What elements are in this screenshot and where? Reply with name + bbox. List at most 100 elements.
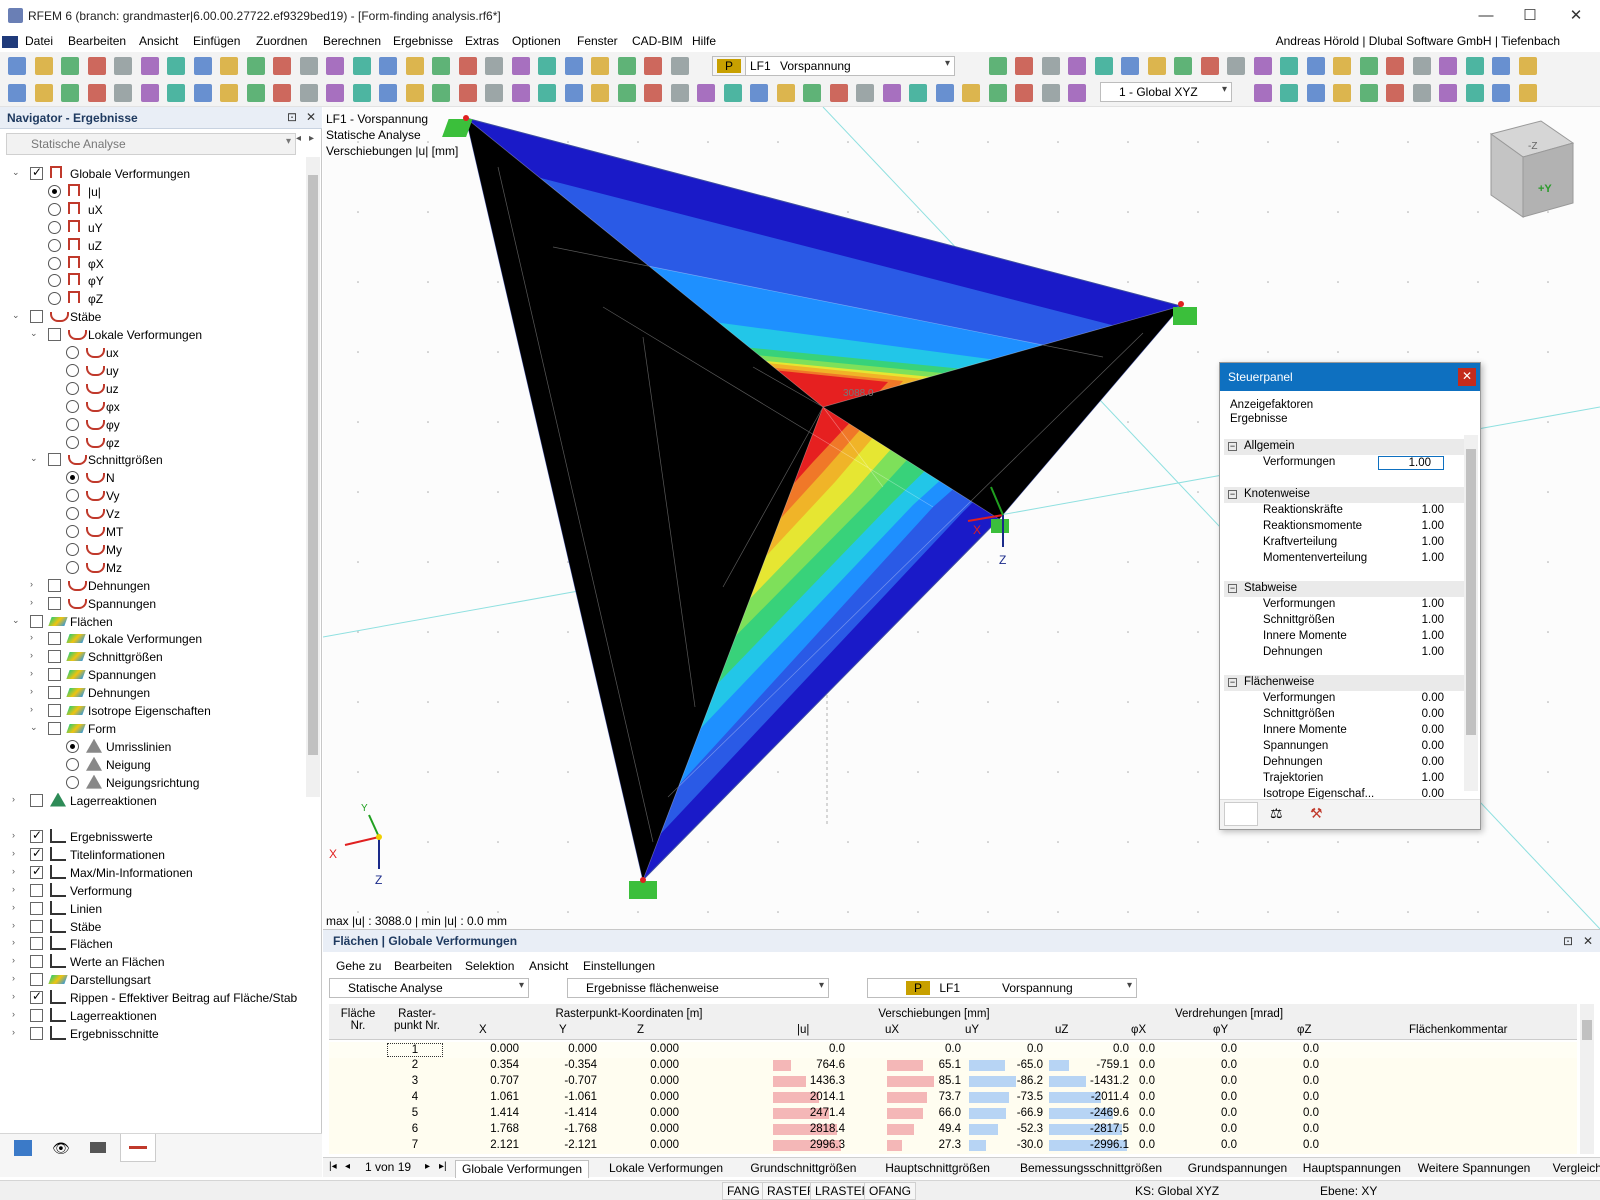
result-tab[interactable]: Hauptspannungen bbox=[1297, 1160, 1407, 1178]
radio-button[interactable] bbox=[48, 274, 61, 288]
toolbar-tool-icon[interactable] bbox=[617, 84, 636, 102]
expand-icon[interactable]: › bbox=[12, 848, 22, 858]
scale-tab-icon[interactable]: ⚖ bbox=[1270, 805, 1283, 822]
toolbar-tool-icon[interactable] bbox=[167, 57, 185, 75]
toolbar-tool-icon[interactable] bbox=[670, 57, 689, 75]
panel-row-value[interactable]: 1.00 bbox=[1422, 504, 1444, 516]
table-row[interactable]: 6 1.768 -1.768 0.000 2818.4 49.4 -52.3 -2817.5 0… bbox=[329, 1122, 1577, 1138]
menu-datei[interactable]: Datei bbox=[25, 34, 53, 48]
radio-button[interactable] bbox=[66, 381, 79, 395]
panel-row-value[interactable]: 1.00 bbox=[1422, 646, 1444, 658]
radio-button[interactable] bbox=[66, 435, 79, 449]
collapse-icon[interactable]: − bbox=[1228, 442, 1237, 451]
checkbox[interactable] bbox=[30, 1009, 43, 1022]
collapse-icon[interactable]: ⌄ bbox=[12, 615, 22, 626]
expand-icon[interactable]: › bbox=[12, 902, 22, 912]
toolbar-tool-icon[interactable] bbox=[1094, 57, 1113, 75]
result-tab[interactable]: Lokale Verformungen bbox=[603, 1160, 729, 1178]
panel-row[interactable]: Kraftverteilung 1.00 bbox=[1220, 535, 1464, 551]
checkbox[interactable] bbox=[30, 864, 43, 879]
table-row[interactable]: 5 1.414 -1.414 0.000 2471.4 66.0 -66.9 -2469.6 0… bbox=[329, 1106, 1577, 1122]
toolbar-tool-icon[interactable] bbox=[511, 84, 530, 102]
toolbar-tool-icon[interactable] bbox=[1174, 57, 1192, 75]
expand-icon[interactable]: › bbox=[12, 1009, 22, 1019]
toolbar-tool-icon[interactable] bbox=[1492, 84, 1510, 102]
toolbar-tool-icon[interactable] bbox=[246, 84, 265, 102]
toolbar-tool-icon[interactable] bbox=[750, 84, 768, 102]
toolbar-tool-icon[interactable] bbox=[1041, 84, 1060, 102]
panel-row[interactable]: Reaktionsmomente 1.00 bbox=[1220, 519, 1464, 535]
collapse-icon[interactable]: − bbox=[1228, 490, 1237, 499]
expand-icon[interactable]: › bbox=[12, 830, 22, 840]
toolbar-tool-icon[interactable] bbox=[299, 57, 318, 75]
toolbar-tool-icon[interactable] bbox=[1359, 84, 1378, 102]
toolbar-tool-icon[interactable] bbox=[140, 57, 159, 75]
collapse-icon[interactable]: ⌄ bbox=[12, 167, 22, 178]
toolbar-tool-icon[interactable] bbox=[564, 57, 583, 75]
panel-row[interactable]: Innere Momente 1.00 bbox=[1220, 629, 1464, 645]
maximize-button[interactable]: ☐ bbox=[1518, 6, 1542, 26]
toolbar-tool-icon[interactable] bbox=[167, 84, 185, 102]
toolbar-tool-icon[interactable] bbox=[776, 84, 795, 102]
panel-row-value[interactable]: 1.00 bbox=[1422, 552, 1444, 564]
toolbar-tool-icon[interactable] bbox=[988, 84, 1007, 102]
menu-ansicht[interactable]: Ansicht bbox=[139, 34, 178, 48]
toolbar-tool-icon[interactable] bbox=[1518, 57, 1537, 75]
toolbar-tool-icon[interactable] bbox=[1465, 57, 1484, 75]
panel-row-value[interactable]: 1.00 bbox=[1422, 520, 1444, 532]
toolbar-tool-icon[interactable] bbox=[988, 57, 1007, 75]
toolbar-tool-icon[interactable] bbox=[1280, 84, 1298, 102]
toolbar-tool-icon[interactable] bbox=[1068, 84, 1086, 102]
panel-row[interactable]: Spannungen 0.00 bbox=[1220, 739, 1464, 755]
osnap-button[interactable]: OFANG bbox=[864, 1182, 917, 1200]
panel-row[interactable]: Trajektorien 1.00 bbox=[1220, 771, 1464, 787]
toolbar-tool-icon[interactable] bbox=[1412, 57, 1431, 75]
checkbox[interactable] bbox=[48, 596, 61, 610]
view-cube[interactable] bbox=[1489, 120, 1575, 218]
toolbar-tool-icon[interactable] bbox=[485, 84, 503, 102]
panel-row[interactable]: Innere Momente 0.00 bbox=[1220, 723, 1464, 739]
panel-section[interactable]: − Flächenweise bbox=[1224, 675, 1464, 691]
toolbar-tool-icon[interactable] bbox=[352, 84, 371, 102]
checkbox[interactable] bbox=[48, 328, 61, 342]
toolbar-tool-icon[interactable] bbox=[723, 84, 742, 102]
panel-row-value[interactable]: 1.00 bbox=[1422, 630, 1444, 642]
radio-button[interactable] bbox=[66, 399, 79, 413]
panel-row[interactable]: Momentenverteilung 1.00 bbox=[1220, 551, 1464, 567]
checkbox[interactable] bbox=[30, 901, 43, 915]
menu-zuordnen[interactable]: Zuordnen bbox=[256, 34, 307, 48]
result-tab[interactable]: Grundschnittgrößen bbox=[744, 1160, 862, 1178]
toolbar-tool-icon[interactable] bbox=[538, 84, 556, 102]
panel-section[interactable]: − Stabweise bbox=[1224, 581, 1464, 597]
result-tab[interactable]: Weitere Spannungen bbox=[1412, 1160, 1537, 1178]
collapse-icon[interactable]: ⌄ bbox=[30, 722, 40, 733]
radio-button[interactable] bbox=[66, 417, 79, 431]
panel-row[interactable]: Dehnungen 0.00 bbox=[1220, 755, 1464, 771]
collapse-icon[interactable]: ⌄ bbox=[12, 310, 22, 321]
radio-button[interactable] bbox=[66, 363, 79, 377]
toolbar-tool-icon[interactable] bbox=[1439, 57, 1457, 75]
toolbar-tool-icon[interactable] bbox=[114, 84, 132, 102]
toolbar-tool-icon[interactable] bbox=[458, 57, 477, 75]
toolbar-tool-icon[interactable] bbox=[220, 57, 238, 75]
prev-page-icon[interactable]: ◂ bbox=[345, 1161, 350, 1172]
close-icon[interactable]: ✕ bbox=[1583, 934, 1593, 948]
radio-button[interactable] bbox=[66, 739, 79, 753]
collapse-icon[interactable]: ⌄ bbox=[30, 453, 40, 464]
expand-icon[interactable]: › bbox=[30, 632, 40, 642]
pin-icon[interactable]: ⊡ bbox=[1563, 934, 1573, 948]
toolbar-tool-icon[interactable] bbox=[326, 84, 344, 102]
toolbar-tool-icon[interactable] bbox=[1015, 84, 1033, 102]
radio-button[interactable] bbox=[66, 757, 79, 771]
checkbox[interactable] bbox=[30, 310, 43, 324]
radio-button[interactable] bbox=[66, 489, 79, 503]
toolbar-tool-icon[interactable] bbox=[670, 84, 689, 102]
checkbox[interactable] bbox=[48, 668, 61, 682]
results-menu-bearbeiten[interactable]: Bearbeiten bbox=[394, 959, 452, 973]
toolbar-tool-icon[interactable] bbox=[935, 84, 954, 102]
collapse-icon[interactable]: − bbox=[1228, 678, 1237, 687]
radio-button[interactable] bbox=[66, 542, 79, 556]
panel-row-value[interactable]: 1.00 bbox=[1422, 598, 1444, 610]
expand-icon[interactable]: › bbox=[12, 937, 22, 947]
radio-button[interactable] bbox=[66, 560, 79, 574]
